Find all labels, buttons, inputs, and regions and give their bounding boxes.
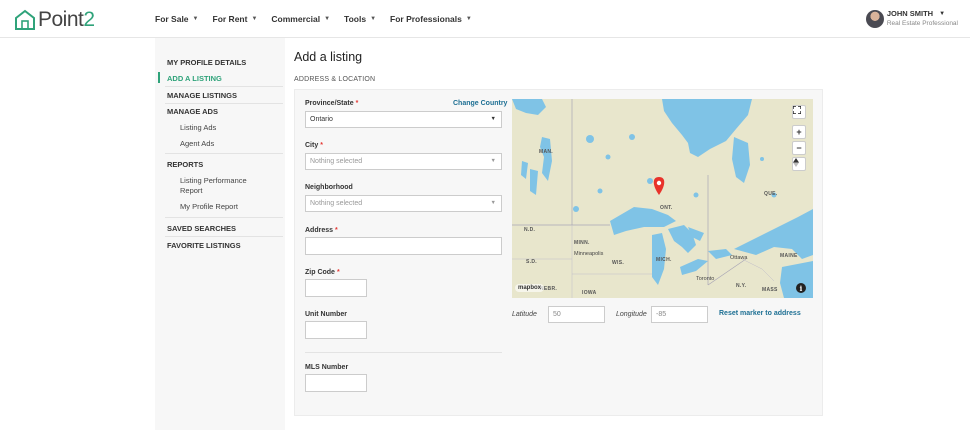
sidebar-item-my-profile[interactable]: MY PROFILE DETAILS	[167, 58, 246, 67]
city-placeholder: Nothing selected	[310, 158, 363, 165]
map-label-que: QUE.	[764, 191, 778, 197]
longitude-input[interactable]: -85	[651, 306, 708, 323]
sidebar-item-agent-ads[interactable]: Agent Ads	[180, 139, 214, 149]
caret-down-icon: ▼	[490, 116, 496, 122]
address-label: Address *	[305, 227, 338, 234]
zip-code-input[interactable]	[305, 279, 367, 297]
avatar	[865, 10, 884, 28]
chevron-down-icon: ▼	[251, 16, 258, 22]
nav-for-sale[interactable]: For Sale ▼	[155, 14, 199, 24]
mls-number-label: MLS Number	[305, 364, 349, 371]
caret-down-icon: ▼	[490, 200, 496, 206]
top-navigation-bar: Point2 For Sale ▼ For Rent ▼ Commercial ▼ T…	[0, 0, 970, 38]
map-label-maine: MAINE	[780, 253, 798, 259]
unit-number-label: Unit Number	[305, 311, 347, 318]
sidebar-item-profile-report[interactable]: My Profile Report	[180, 202, 238, 212]
house-logo-icon	[15, 9, 35, 30]
divider	[305, 352, 502, 353]
sidebar-item-saved-searches[interactable]: SAVED SEARCHES	[167, 224, 236, 233]
divider	[165, 103, 283, 104]
divider	[165, 86, 283, 87]
latitude-input[interactable]: 50	[548, 306, 605, 323]
zip-code-label: Zip Code *	[305, 269, 340, 276]
mapbox-logo[interactable]: mapbox	[515, 284, 545, 292]
map-base-layer	[512, 99, 813, 298]
section-title: ADDRESS & LOCATION	[294, 76, 376, 83]
province-value: Ontario	[310, 116, 333, 123]
map-label-sd: S.D.	[526, 259, 537, 265]
address-input[interactable]	[305, 237, 502, 255]
location-map[interactable]: MAN. ONT. QUE. N.D. MINN. WIS. MICH. S.D…	[512, 99, 813, 298]
caret-down-icon: ▼	[490, 158, 496, 164]
city-label: City *	[305, 142, 323, 149]
reset-marker-link[interactable]: Reset marker to address	[719, 310, 801, 317]
city-select[interactable]: Nothing selected ▼	[305, 153, 502, 170]
map-label-iowa: IOWA	[582, 290, 597, 296]
neighborhood-label: Neighborhood	[305, 184, 353, 191]
sidebar-item-manage-listings[interactable]: MANAGE LISTINGS	[167, 91, 237, 100]
divider	[165, 153, 283, 154]
nav-for-rent[interactable]: For Rent ▼	[213, 14, 258, 24]
map-label-mass: MASS	[762, 287, 778, 293]
longitude-label: Longitude	[616, 311, 647, 318]
change-country-link[interactable]: Change Country	[453, 100, 507, 107]
chevron-down-icon: ▼	[939, 10, 946, 17]
unit-number-input[interactable]	[305, 321, 367, 339]
nav-tools[interactable]: Tools ▼	[344, 14, 376, 24]
point2-logo[interactable]: Point2	[14, 9, 95, 31]
neighborhood-placeholder: Nothing selected	[310, 200, 363, 207]
sidebar-item-favorite-listings[interactable]: FAVORITE LISTINGS	[167, 241, 241, 250]
main-nav: For Sale ▼ For Rent ▼ Commercial ▼ Tools ▼ F…	[155, 0, 486, 38]
listing-performance-line2: Report	[180, 186, 203, 195]
listing-performance-line1: Listing Performance	[180, 176, 247, 185]
mls-number-input[interactable]	[305, 374, 367, 392]
fullscreen-icon[interactable]	[792, 105, 806, 119]
user-name: JOHN SMITH ▼	[886, 9, 946, 18]
map-city-minneapolis: Minneapolis	[574, 251, 604, 257]
user-menu[interactable]: JOHN SMITH ▼ Real Estate Professional	[865, 9, 958, 28]
logo-text: Point2	[38, 8, 95, 31]
chevron-down-icon: ▼	[192, 16, 199, 22]
user-role: Real Estate Professional	[886, 20, 958, 27]
province-label: Province/State *	[305, 100, 359, 107]
sidebar-item-manage-ads[interactable]: MANAGE ADS	[167, 107, 218, 116]
sidebar-item-listing-performance[interactable]: Listing Performance Report	[180, 176, 247, 196]
active-indicator	[158, 72, 160, 83]
chevron-down-icon: ▼	[465, 16, 472, 22]
nav-for-professionals[interactable]: For Professionals ▼	[390, 14, 472, 24]
map-label-minn: MINN.	[574, 240, 590, 246]
map-label-nd: N.D.	[524, 227, 536, 233]
map-label-wis: WIS.	[612, 260, 625, 266]
map-city-ottawa: Ottawa	[730, 255, 748, 261]
chevron-down-icon: ▼	[324, 16, 331, 22]
map-city-toronto: Toronto	[696, 276, 715, 282]
page-title: Add a listing	[294, 50, 363, 64]
map-label-man: MAN.	[539, 149, 553, 155]
sidebar-item-reports[interactable]: REPORTS	[167, 160, 203, 169]
divider	[165, 217, 283, 218]
neighborhood-select[interactable]: Nothing selected ▼	[305, 195, 502, 212]
chevron-down-icon: ▼	[370, 16, 377, 22]
zoom-in-button[interactable]: +	[792, 125, 806, 139]
sidebar-item-add-listing[interactable]: ADD A LISTING	[167, 74, 222, 83]
nav-commercial[interactable]: Commercial ▼	[271, 14, 330, 24]
sidebar: MY PROFILE DETAILS ADD A LISTING MANAGE …	[155, 38, 285, 430]
map-label-ny: N.Y.	[736, 283, 747, 289]
map-label-mich: MICH.	[656, 257, 672, 263]
province-select[interactable]: Ontario ▼	[305, 111, 502, 128]
compass-icon[interactable]	[792, 157, 806, 171]
latitude-label: Latitude	[512, 311, 537, 318]
info-icon[interactable]: i	[796, 283, 806, 293]
zoom-out-button[interactable]: −	[792, 141, 806, 155]
divider	[165, 236, 283, 237]
sidebar-item-listing-ads[interactable]: Listing Ads	[180, 123, 216, 133]
map-label-ont: ONT.	[660, 205, 673, 211]
